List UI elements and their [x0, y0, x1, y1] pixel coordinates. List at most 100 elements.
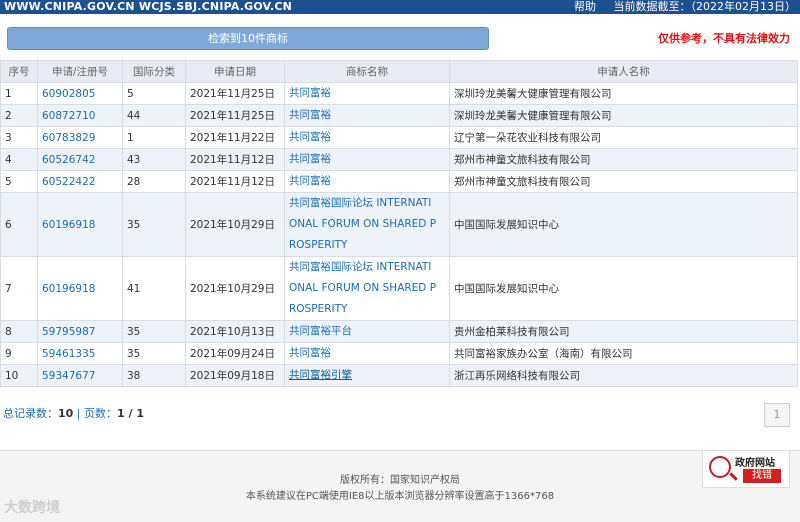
mark-name-cell: 共同富裕 [284, 104, 450, 127]
page-button[interactable]: 1 [764, 403, 790, 427]
mark-name-link[interactable]: 共同富裕 [289, 131, 331, 143]
mark-name-link[interactable]: ROSPERITY [289, 235, 445, 256]
gov-site-error-badge[interactable]: 政府网站 找错 [702, 450, 790, 488]
mark-name-link[interactable]: 共同富裕 [289, 87, 331, 99]
results-body: 1 60902805 5 2021年11月25日 共同富裕 深圳玲龙美馨大健康管理有限公司… [0, 82, 798, 387]
col-header-reg-no: 申请/注册号 [37, 60, 123, 83]
intl-class: 43 [122, 148, 186, 171]
row-number: 5 [0, 170, 38, 193]
row-number: 1 [0, 82, 38, 105]
mark-name-link[interactable]: 共同富裕国际论坛 INTERNATI [289, 257, 445, 278]
col-header-date: 申请日期 [185, 60, 285, 83]
mark-name-link[interactable]: 共同富裕 [289, 347, 331, 359]
registration-number-link[interactable]: 60526742 [37, 148, 123, 171]
mark-name-cell: 共同富裕国际论坛 INTERNATI ONAL FORUM ON SHARED P… [284, 192, 450, 257]
registration-number-link[interactable]: 59347677 [37, 364, 123, 387]
registration-number-link[interactable]: 60902805 [37, 82, 123, 105]
row-number: 2 [0, 104, 38, 127]
applicant-name: 深圳玲龙美馨大健康管理有限公司 [449, 82, 798, 105]
row-number: 9 [0, 342, 38, 365]
table-row: 3 60783829 1 2021年11月22日 共同富裕 辽宁第一朵花农业科技有限公司 [0, 126, 798, 149]
row-number: 3 [0, 126, 38, 149]
applicant-name: 郑州市神童文旅科技有限公司 [449, 148, 798, 171]
application-date: 2021年10月29日 [185, 256, 285, 321]
intl-class: 1 [122, 126, 186, 149]
row-number: 6 [0, 192, 38, 257]
mark-name-link[interactable]: ONAL FORUM ON SHARED P [289, 214, 445, 235]
applicant-name: 郑州市神童文旅科技有限公司 [449, 170, 798, 193]
registration-number-link[interactable]: 60872710 [37, 104, 123, 127]
registration-number-link[interactable]: 60783829 [37, 126, 123, 149]
mark-name-cell: 共同富裕 [284, 148, 450, 171]
row-number: 7 [0, 256, 38, 321]
intl-class: 35 [122, 342, 186, 365]
registration-number-link[interactable]: 59461335 [37, 342, 123, 365]
pages-label: 页数： [84, 407, 118, 420]
page-count: 1 / 1 [117, 407, 144, 420]
pager-separator: | [73, 407, 85, 420]
application-date: 2021年10月29日 [185, 192, 285, 257]
table-row: 10 59347677 38 2021年09月18日 共同富裕引擎 浙江再乐网络科技有限公… [0, 364, 798, 387]
application-date: 2021年10月13日 [185, 320, 285, 343]
mark-name-cell: 共同富裕引擎 [284, 364, 450, 387]
row-number: 10 [0, 364, 38, 387]
mark-name-link[interactable]: 共同富裕引擎 [289, 369, 352, 381]
applicant-name: 贵州金柏莱科技有限公司 [449, 320, 798, 343]
help-link[interactable]: 帮助 [574, 0, 596, 13]
applicant-name: 中国国际发展知识中心 [449, 256, 798, 321]
mark-name-link[interactable]: ROSPERITY [289, 299, 445, 320]
application-date: 2021年11月12日 [185, 148, 285, 171]
application-date: 2021年11月25日 [185, 82, 285, 105]
result-count-button[interactable]: 检索到10件商标 [7, 27, 489, 50]
table-row: 7 60196918 41 2021年10月29日 共同富裕国际论坛 INTERNATI… [0, 256, 798, 321]
table-row: 8 59795987 35 2021年10月13日 共同富裕平台 贵州金柏莱科技有限公司 [0, 320, 798, 343]
table-row: 6 60196918 35 2021年10月29日 共同富裕国际论坛 INTERNATI… [0, 192, 798, 257]
table-row: 5 60522422 28 2021年11月12日 共同富裕 郑州市神童文旅科技有限公司 [0, 170, 798, 193]
disclaimer: 仅供参考，不具有法律效力 [658, 32, 790, 45]
col-header-class: 国际分类 [122, 60, 186, 83]
intl-class: 35 [122, 320, 186, 343]
registration-number-link[interactable]: 60196918 [37, 192, 123, 257]
application-date: 2021年11月22日 [185, 126, 285, 149]
table-header-row: 序号 申请/注册号 国际分类 申请日期 商标名称 申请人名称 [0, 60, 798, 83]
mark-name-link[interactable]: 共同富裕 [289, 153, 331, 165]
row-number: 4 [0, 148, 38, 171]
mark-name-cell: 共同富裕 [284, 170, 450, 193]
mark-name-cell: 共同富裕 [284, 342, 450, 365]
mark-name-link[interactable]: 共同富裕平台 [289, 325, 352, 337]
data-date: 当前数据截至：（2022年02月13日） [613, 0, 797, 13]
mark-name-link[interactable]: 共同富裕 [289, 109, 331, 121]
mark-name-link[interactable]: ONAL FORUM ON SHARED P [289, 278, 445, 299]
col-header-no: 序号 [0, 60, 38, 83]
registration-number-link[interactable]: 59795987 [37, 320, 123, 343]
mark-name-link[interactable]: 共同富裕国际论坛 INTERNATI [289, 193, 445, 214]
row-number: 8 [0, 320, 38, 343]
browser-note: 本系统建议在PC端使用IE8以上版本浏览器分辨率设置高于1366*768 [245, 491, 555, 502]
registration-number-link[interactable]: 60196918 [37, 256, 123, 321]
total-records-label: 总记录数： [3, 407, 58, 420]
table-row: 4 60526742 43 2021年11月12日 共同富裕 郑州市神童文旅科技有限公司 [0, 148, 798, 171]
site-domains: WWW.CNIPA.GOV.CN WCJS.SBJ.CNIPA.GOV.CN [4, 0, 293, 13]
search-row: 检索到10件商标 仅供参考，不具有法律效力 [0, 14, 800, 56]
application-date: 2021年09月24日 [185, 342, 285, 365]
col-header-applicant: 申请人名称 [449, 60, 798, 83]
pager-info: 总记录数：10 | 页数：1 / 1 [3, 405, 144, 421]
top-bar-right: 帮助 当前数据截至：（2022年02月13日） [560, 0, 796, 14]
watermark: 大数跨境 [4, 500, 60, 516]
registration-number-link[interactable]: 60522422 [37, 170, 123, 193]
magnifier-icon [709, 456, 731, 478]
applicant-name: 中国国际发展知识中心 [449, 192, 798, 257]
mark-name-cell: 共同富裕平台 [284, 320, 450, 343]
gov-badge-title: 政府网站 [735, 458, 775, 469]
intl-class: 28 [122, 170, 186, 193]
applicant-name: 共同富裕家族办公室（海南）有限公司 [449, 342, 798, 365]
mark-name-link[interactable]: 共同富裕 [289, 175, 331, 187]
intl-class: 35 [122, 192, 186, 257]
applicant-name: 辽宁第一朵花农业科技有限公司 [449, 126, 798, 149]
applicant-name: 深圳玲龙美馨大健康管理有限公司 [449, 104, 798, 127]
report-error-button[interactable]: 找错 [743, 469, 781, 483]
results-table: 序号 申请/注册号 国际分类 申请日期 商标名称 申请人名称 1 60902805… [0, 60, 798, 387]
application-date: 2021年11月25日 [185, 104, 285, 127]
intl-class: 44 [122, 104, 186, 127]
intl-class: 41 [122, 256, 186, 321]
